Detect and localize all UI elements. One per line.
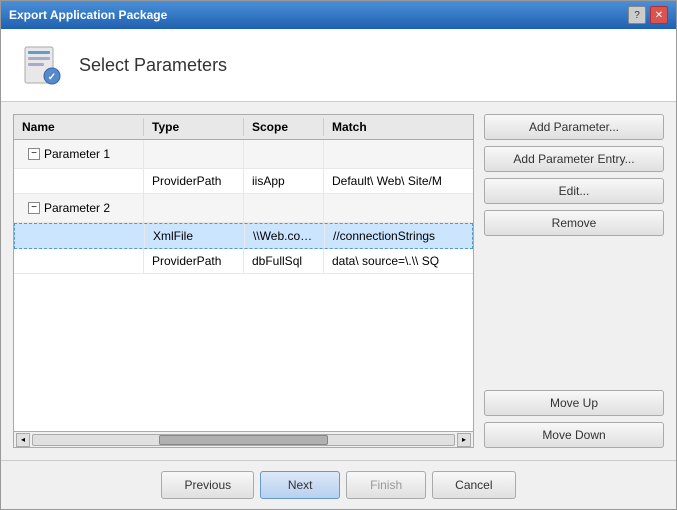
group-name-2: − Parameter 2	[14, 194, 144, 222]
footer: Previous Next Finish Cancel	[1, 460, 676, 509]
title-bar-controls: ? ✕	[628, 6, 668, 24]
table-row[interactable]: − Parameter 1	[14, 140, 473, 169]
table-header: Name Type Scope Match	[14, 115, 473, 140]
previous-button[interactable]: Previous	[161, 471, 254, 499]
table-row[interactable]: − Parameter 2	[14, 194, 473, 223]
horizontal-scrollbar[interactable]: ◂ ▸	[14, 431, 473, 447]
col-name: Name	[14, 118, 144, 136]
window-title: Export Application Package	[9, 8, 167, 22]
scrollbar-track[interactable]	[32, 434, 455, 446]
finish-button[interactable]: Finish	[346, 471, 426, 499]
add-parameter-button[interactable]: Add Parameter...	[484, 114, 664, 140]
action-buttons: Add Parameter... Add Parameter Entry... …	[484, 114, 664, 448]
remove-button[interactable]: Remove	[484, 210, 664, 236]
table-body[interactable]: − Parameter 1 ProviderPath iisApp Defaul…	[14, 140, 473, 431]
scroll-left-button[interactable]: ◂	[16, 433, 30, 447]
add-parameter-entry-button[interactable]: Add Parameter Entry...	[484, 146, 664, 172]
move-down-button[interactable]: Move Down	[484, 422, 664, 448]
content-area: Name Type Scope Match − Parameter 1	[1, 102, 676, 460]
table-row[interactable]: XmlFile \\Web.confi... //connectionStrin…	[14, 223, 473, 249]
edit-button[interactable]: Edit...	[484, 178, 664, 204]
move-up-button[interactable]: Move Up	[484, 390, 664, 416]
header: ✓ Select Parameters	[1, 29, 676, 102]
group-name-1: − Parameter 1	[14, 140, 144, 168]
scrollbar-thumb[interactable]	[159, 435, 327, 445]
col-match: Match	[324, 118, 473, 136]
collapse-icon-2[interactable]: −	[28, 202, 40, 214]
next-button[interactable]: Next	[260, 471, 340, 499]
help-button[interactable]: ?	[628, 6, 646, 24]
col-scope: Scope	[244, 118, 324, 136]
parameters-table: Name Type Scope Match − Parameter 1	[13, 114, 474, 448]
header-icon: ✓	[17, 41, 65, 89]
cancel-button[interactable]: Cancel	[432, 471, 515, 499]
collapse-icon-1[interactable]: −	[28, 148, 40, 160]
svg-text:✓: ✓	[48, 72, 56, 83]
main-window: Export Application Package ? ✕ ✓ Select …	[0, 0, 677, 510]
table-row[interactable]: ProviderPath iisApp Default\ Web\ Site/M	[14, 169, 473, 194]
col-type: Type	[144, 118, 244, 136]
scroll-right-button[interactable]: ▸	[457, 433, 471, 447]
title-bar: Export Application Package ? ✕	[1, 1, 676, 29]
close-button[interactable]: ✕	[650, 6, 668, 24]
page-title: Select Parameters	[79, 55, 227, 76]
table-row[interactable]: ProviderPath dbFullSql data\ source=\.\\…	[14, 249, 473, 274]
